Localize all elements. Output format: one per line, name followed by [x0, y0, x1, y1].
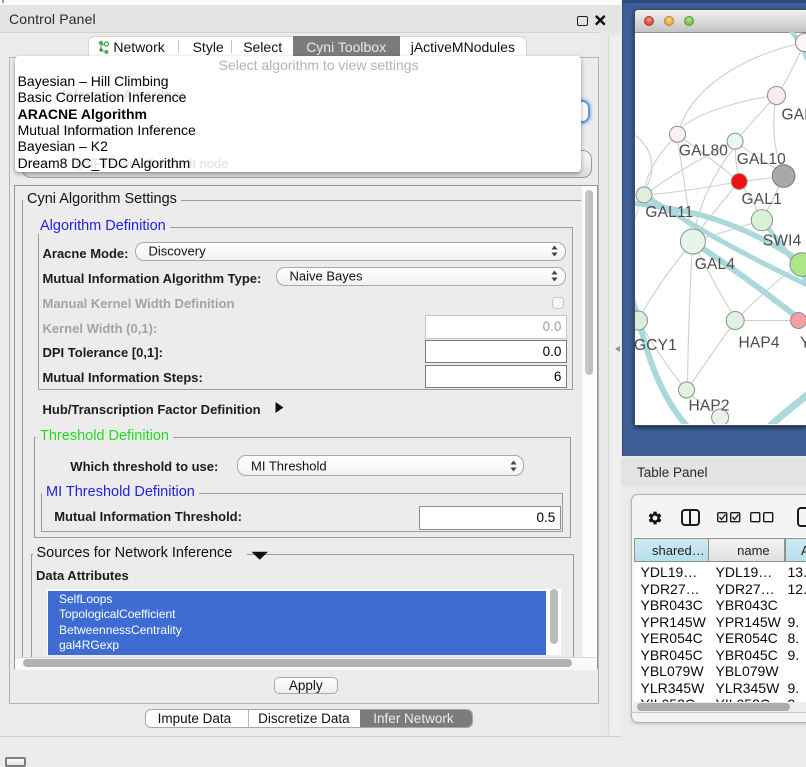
- svg-text:GAL11: GAL11: [645, 203, 693, 220]
- svg-text:GAL1: GAL1: [741, 190, 781, 207]
- svg-text:GAL4: GAL4: [694, 255, 735, 272]
- svg-text:GAL7: GAL7: [781, 106, 806, 123]
- svg-text:SWI4: SWI4: [762, 232, 801, 249]
- svg-text:HAP4: HAP4: [738, 334, 779, 351]
- svg-text:GAL80: GAL80: [678, 142, 727, 159]
- svg-text:GCY1: GCY1: [635, 336, 677, 353]
- svg-text:Y: Y: [799, 334, 806, 351]
- svg-text:HAP2: HAP2: [688, 397, 729, 414]
- svg-text:GAL10: GAL10: [736, 150, 785, 167]
